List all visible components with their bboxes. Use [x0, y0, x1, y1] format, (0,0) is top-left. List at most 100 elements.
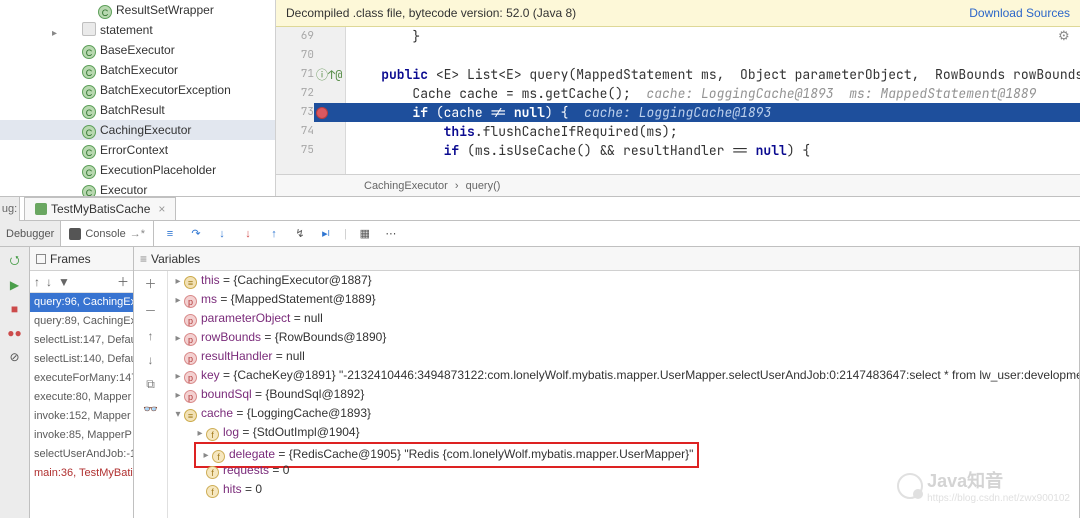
frame-item[interactable]: selectUserAndJob:-1: [30, 445, 133, 464]
force-step-into-icon[interactable]: ↓: [240, 226, 256, 242]
frame-item[interactable]: query:96, CachingEx: [30, 293, 133, 312]
remove-watch-icon[interactable]: －: [144, 302, 156, 319]
up-icon[interactable]: ↑: [148, 329, 154, 343]
class-icon: C: [82, 105, 96, 119]
view-breakpoints-icon[interactable]: ●●: [7, 325, 23, 341]
tree-item-executor[interactable]: CExecutor: [0, 180, 275, 196]
debug-tabs: ug: TestMyBatisCache ×: [0, 197, 1080, 221]
code-line-74[interactable]: 74 this.flushCacheIfRequired(ms);: [276, 122, 1080, 141]
variable-row[interactable]: ▾≡cache = {LoggingCache@1893}: [168, 404, 1079, 423]
tree-item-batchresult[interactable]: CBatchResult: [0, 100, 275, 120]
banner-text: Decompiled .class file, bytecode version…: [286, 6, 576, 20]
prev-frame-icon[interactable]: ↑: [34, 275, 40, 289]
trace-icon[interactable]: ⋯: [383, 226, 399, 242]
variable-row[interactable]: frequests = 0: [168, 461, 1079, 480]
tree-item-baseexecutor[interactable]: CBaseExecutor: [0, 40, 275, 60]
variable-row[interactable]: ▸fdelegate = {RedisCache@1905} "Redis {c…: [168, 442, 1079, 461]
breadcrumb[interactable]: CachingExecutor › query(): [276, 174, 1080, 196]
frames-icon: [36, 254, 46, 264]
var-badge-icon: ≡: [184, 409, 197, 422]
frames-header: Frames: [30, 247, 133, 271]
evaluate-expression-icon[interactable]: ▦: [357, 226, 373, 242]
ug-label: ug:: [0, 197, 20, 221]
rerun-icon[interactable]: ⭯: [7, 253, 23, 269]
variable-row[interactable]: ▸pms = {MappedStatement@1889}: [168, 290, 1079, 309]
variable-row[interactable]: ▸pboundSql = {BoundSql@1892}: [168, 385, 1079, 404]
class-icon: C: [82, 185, 96, 196]
var-badge-icon: ≡: [184, 276, 197, 289]
filter-frames-icon[interactable]: ▼: [58, 275, 70, 289]
override-icon[interactable]: ⓘ↑@: [316, 67, 342, 83]
variables-toolbar: ＋ － ↑ ↓ ⧉ 👓: [134, 271, 168, 518]
var-badge-icon: p: [184, 333, 197, 346]
add-watch-icon[interactable]: ＋: [144, 275, 156, 292]
next-frame-icon[interactable]: ↓: [46, 275, 52, 289]
down-icon[interactable]: ↓: [148, 353, 154, 367]
code-line-72[interactable]: 72 Cache cache = ms.getCache(); cache: L…: [276, 84, 1080, 103]
frame-item[interactable]: main:36, TestMyBati: [30, 464, 133, 483]
tree-item-errorcontext[interactable]: CErrorContext: [0, 140, 275, 160]
glasses-icon[interactable]: 👓: [143, 402, 158, 416]
code-line-69[interactable]: 69 }: [276, 27, 1080, 46]
add-frame-icon[interactable]: ＋: [117, 273, 129, 290]
step-into-icon[interactable]: ↓: [214, 226, 230, 242]
code-line-75[interactable]: 75 if (ms.isUseCache() && resultHandler …: [276, 141, 1080, 160]
step-out-icon[interactable]: ↑: [266, 226, 282, 242]
class-icon: C: [82, 45, 96, 59]
tree-item-batchexecutor[interactable]: CBatchExecutor: [0, 60, 275, 80]
close-icon[interactable]: ×: [158, 198, 165, 221]
variable-row[interactable]: ▸pkey = {CacheKey@1891} "-2132410446:349…: [168, 366, 1079, 385]
debug-left-toolbar: ⭯ ▶ ■ ●● ⊘: [0, 247, 30, 518]
tree-item-batchexecutorexception[interactable]: CBatchExecutorException: [0, 80, 275, 100]
code-line-73[interactable]: 73 if (cache != null) { cache: LoggingCa…: [276, 103, 1080, 122]
download-sources-link[interactable]: Download Sources: [969, 6, 1070, 20]
code-area[interactable]: 69 }7071ⓘ↑@ public <E> List<E> query(Map…: [276, 27, 1080, 174]
step-over-icon[interactable]: ↷: [188, 226, 204, 242]
tree-item-statement[interactable]: ▸statement: [0, 20, 275, 40]
tree-item-executionplaceholder[interactable]: CExecutionPlaceholder: [0, 160, 275, 180]
stop-icon[interactable]: ■: [7, 301, 23, 317]
run-to-cursor-icon[interactable]: ▸I: [318, 226, 334, 242]
frames-tools: ↑ ↓ ▼ ＋: [30, 271, 133, 293]
frame-item[interactable]: selectList:140, Defau: [30, 350, 133, 369]
frame-item[interactable]: invoke:85, MapperP: [30, 426, 133, 445]
debugger-tab[interactable]: Debugger: [0, 221, 61, 246]
tab-testmybatiscache[interactable]: TestMyBatisCache ×: [24, 197, 176, 220]
var-badge-icon: f: [206, 428, 219, 441]
class-icon: C: [82, 145, 96, 159]
frame-item[interactable]: executeForMany:147: [30, 369, 133, 388]
code-line-71[interactable]: 71ⓘ↑@ public <E> List<E> query(MappedSta…: [276, 65, 1080, 84]
exception-icon: C: [82, 85, 96, 99]
mute-breakpoints-icon[interactable]: ⊘: [7, 349, 23, 365]
gear-icon[interactable]: ⚙: [1058, 28, 1074, 44]
variable-row[interactable]: ▸≡this = {CachingExecutor@1887}: [168, 271, 1079, 290]
variable-row[interactable]: presultHandler = null: [168, 347, 1079, 366]
breadcrumb-method[interactable]: query(): [466, 180, 501, 192]
package-icon: [82, 22, 96, 36]
frame-item[interactable]: selectList:147, Defau: [30, 331, 133, 350]
show-execution-point-icon[interactable]: ≡: [162, 226, 178, 242]
copy-icon[interactable]: ⧉: [146, 377, 155, 392]
variable-row[interactable]: ▸flog = {StdOutImpl@1904}: [168, 423, 1079, 442]
frame-item[interactable]: execute:80, Mapper: [30, 388, 133, 407]
code-line-70[interactable]: 70: [276, 46, 1080, 65]
drop-frame-icon[interactable]: ↯: [292, 226, 308, 242]
variable-row[interactable]: ▸prowBounds = {RowBounds@1890}: [168, 328, 1079, 347]
breadcrumb-class[interactable]: CachingExecutor: [364, 180, 448, 192]
var-badge-icon: p: [184, 352, 197, 365]
breakpoint-icon[interactable]: [316, 107, 328, 119]
frame-item[interactable]: invoke:152, Mapper: [30, 407, 133, 426]
frames-panel: Frames ↑ ↓ ▼ ＋ query:96, CachingExquery:…: [30, 247, 134, 518]
class-icon: C: [82, 165, 96, 179]
variable-row[interactable]: fhits = 0: [168, 480, 1079, 499]
resume-icon[interactable]: ▶: [7, 277, 23, 293]
console-icon: [69, 228, 81, 240]
project-tree[interactable]: CResultSetWrapper▸statementCBaseExecutor…: [0, 0, 276, 196]
console-tab[interactable]: Console →*: [61, 221, 154, 246]
tree-item-cachingexecutor[interactable]: CCachingExecutor: [0, 120, 275, 140]
debug-toolbar: Debugger Console →* ≡ ↷ ↓ ↓ ↑ ↯ ▸I | ▦ ⋯: [0, 221, 1080, 247]
frame-item[interactable]: query:89, CachingEx: [30, 312, 133, 331]
variable-row[interactable]: pparameterObject = null: [168, 309, 1079, 328]
runconfig-icon: [35, 203, 47, 215]
tree-item-resultsetwrapper[interactable]: CResultSetWrapper: [0, 0, 275, 20]
